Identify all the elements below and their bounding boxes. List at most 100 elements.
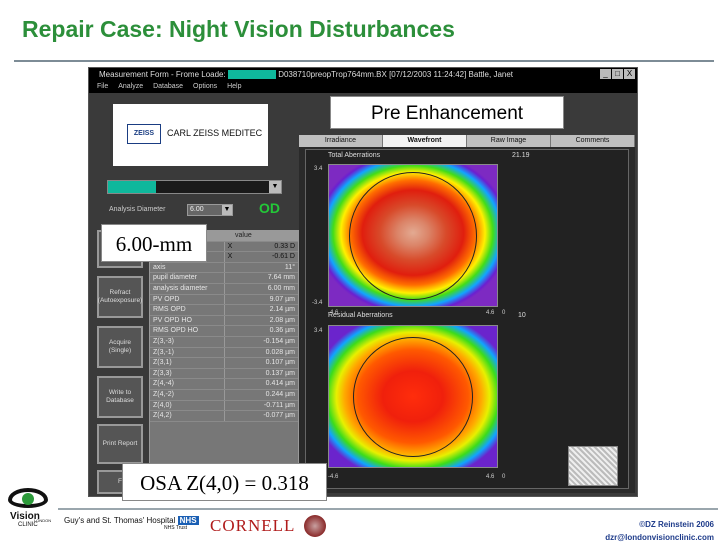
table-row: PV OPD HO 2.08 µm [150,315,298,327]
analysis-diameter-select[interactable]: 6.00 ▼ [187,204,233,216]
table-header-value: value [235,232,252,239]
row-flag [225,379,235,389]
pre-enhancement-callout: Pre Enhancement [330,96,564,129]
total-aberrations-max: 21.19 [512,152,530,159]
top-x-zero-tick: 0 [502,310,506,316]
tab-raw-image[interactable]: Raw Image [467,135,551,147]
menu-database[interactable]: Database [153,83,183,90]
row-flag [225,390,235,400]
company-name: CARL ZEISS MEDITEC [167,128,263,138]
top-y-min-tick: -3.4 [312,300,323,306]
clinic-text: CLINIC [18,522,38,528]
row-name: axis [150,262,225,273]
row-value: 2.14 µm [269,306,295,314]
zeiss-logo: ZEISS [127,124,161,144]
measurement-window: Measurement Form - Frome Loade: D038710p… [88,67,638,497]
redacted-highlight [108,181,156,193]
row-value: -0.077 µm [263,412,295,420]
maximize-button[interactable]: □ [612,69,623,79]
row-flag [225,401,235,411]
contact-email[interactable]: dzr@londonvisionclinic.com [605,531,714,544]
bottom-x-min-tick: -4.6 [328,474,339,480]
university-seal-icon [304,515,326,537]
wavefront-logo-icon [568,446,618,486]
analysis-diameter-value: 6.00 [190,206,204,213]
table-row: Z(4,0) -0.711 µm [150,400,298,412]
close-button[interactable]: X [624,69,635,79]
window-title-suffix: D038710preopTrop764mm.BX [07/12/2003 11:… [278,70,514,79]
row-name: Z(4,-4) [150,379,225,389]
chevron-down-icon[interactable]: ▼ [269,181,281,193]
row-name: RMS OPD [150,305,225,315]
slide-title: Repair Case: Night Vision Disturbances [22,16,455,42]
row-value: -0.154 µm [263,337,295,345]
menu-help[interactable]: Help [227,83,241,90]
row-flag [225,326,235,336]
pupil-ring [349,171,477,300]
menu-options[interactable]: Options [193,83,217,90]
row-name: Z(3,3) [150,368,225,379]
row-value: 11° [284,263,295,271]
residual-aberrations-max: 10 [518,312,526,319]
table-row: RMS OPD 2.14 µm [150,305,298,316]
patient-dropdown[interactable]: ▼ [107,180,282,194]
london-vision-clinic-logo: LONDON Vision CLINIC [4,488,54,544]
tab-wavefront[interactable]: Wavefront [383,135,467,147]
row-flag [225,316,235,326]
zeiss-logo-panel: ZEISS CARL ZEISS MEDITEC [113,104,268,166]
write-to-database-button[interactable]: Write to Database [97,376,143,418]
tab-irradiance[interactable]: Irradiance [299,135,383,147]
bottom-y-max-tick: 3.4 [314,328,323,334]
diameter-callout: 6.00-mm [101,224,207,262]
row-flag [225,348,235,358]
row-flag [225,273,235,283]
row-name: Z(4,2) [150,411,225,421]
total-aberrations-label: Total Aberrations [328,152,381,159]
top-x-max-tick: 4.6 [486,310,495,316]
minimize-button[interactable]: _ [600,69,611,79]
table-row: RMS OPD HO 0.36 µm [150,326,298,337]
row-name: pupil diameter [150,273,225,283]
bottom-x-zero-tick: 0 [502,474,506,480]
row-value: -0.61 D [272,253,295,261]
chevron-down-icon[interactable]: ▼ [222,205,232,215]
refract-button[interactable]: Refract (Autoexposure) [97,276,143,318]
row-flag: X [227,253,233,261]
row-value: 9.07 µm [269,295,295,303]
tab-comments[interactable]: Comments [551,135,635,147]
row-name: PV OPD HO [150,315,225,326]
row-flag [225,411,235,421]
residual-aberrations-label: Residual Aberrations [328,312,393,319]
menu-file[interactable]: File [97,83,108,90]
top-y-max-tick: 3.4 [314,166,323,172]
measurement-table: value sphereX0.33 DcylinderX-0.61 Daxis1… [149,230,299,470]
row-value: 0.33 D [274,242,295,250]
acquire-button[interactable]: Acquire (Single) [97,326,143,368]
table-row: Z(3,3) 0.137 µm [150,368,298,380]
table-row: Z(4,-2) 0.244 µm [150,389,298,401]
row-name: Z(3,-3) [150,336,225,347]
footer-divider [58,508,718,510]
vision-text: Vision [10,511,40,522]
row-flag [225,358,235,368]
window-title-prefix: Measurement Form - Frome Loade: [99,70,226,79]
row-value: 0.028 µm [265,348,295,356]
table-row: PV OPD 9.07 µm [150,294,298,306]
row-name: Z(4,-2) [150,389,225,400]
window-titlebar: Measurement Form - Frome Loade: D038710p… [89,68,637,81]
row-flag [225,263,235,273]
row-value: 0.36 µm [269,327,295,335]
cornell-logo: CORNELL [210,516,296,535]
row-flag [225,284,235,294]
bottom-x-max-tick: 4.6 [486,474,495,480]
wavefront-panel: Irradiance Wavefront Raw Image Comments … [299,135,635,493]
analysis-diameter-label: Analysis Diameter [109,206,166,213]
table-row: Z(3,-1) 0.028 µm [150,347,298,359]
redacted-highlight [227,70,276,80]
row-name: PV OPD [150,294,225,305]
menu-analyze[interactable]: Analyze [118,83,143,90]
print-report-button[interactable]: Print Report [97,424,143,464]
guys-hospital-text: Guy's and St. Thomas' Hospital [64,516,176,525]
residual-aberrations-map [328,325,498,468]
nhs-trust-text: NHS Trust [164,525,188,531]
